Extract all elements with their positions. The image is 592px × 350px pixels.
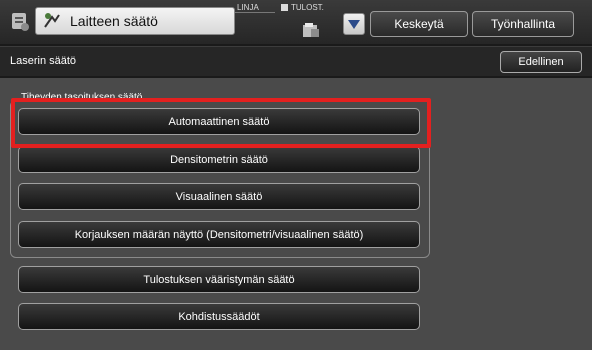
- status-dropdown-button[interactable]: [343, 13, 365, 35]
- print-distortion-button[interactable]: Tulostuksen vääristymän säätö: [18, 266, 420, 293]
- device-screen: Laitteen säätö LINJA TULOST. Keskeytä Ty…: [0, 0, 592, 350]
- stop-button[interactable]: Keskeytä: [370, 11, 468, 37]
- print-status-square: [281, 4, 288, 11]
- main-panel: Tiheyden tasoituksen säätö Automaattinen…: [0, 78, 592, 350]
- registration-adjust-button[interactable]: Kohdistussäädöt: [18, 303, 420, 330]
- line-indicator: [235, 12, 275, 13]
- mode-title: Laitteen säätö: [70, 13, 158, 29]
- wrench-icon: [12, 13, 29, 31]
- visual-adjust-button[interactable]: Visuaalinen säätö: [18, 183, 420, 210]
- densitometer-adjust-button[interactable]: Densitometrin säätö: [18, 146, 420, 173]
- density-group-label: Tiheyden tasoituksen säätö: [18, 92, 146, 103]
- chevron-down-icon: [348, 20, 360, 29]
- adjustment-icon: [44, 13, 60, 28]
- job-status-button[interactable]: Työnhallinta: [472, 11, 574, 37]
- print-label: TULOST.: [291, 3, 324, 12]
- correction-amount-button[interactable]: Korjauksen määrän näyttö (Densitometri/v…: [18, 221, 420, 248]
- sub-header: Laserin säätö Edellinen: [0, 46, 592, 76]
- page-title: Laserin säätö: [10, 55, 77, 67]
- top-bar: Laitteen säätö LINJA TULOST. Keskeytä Ty…: [0, 0, 592, 44]
- mode-title-box: Laitteen säätö: [35, 7, 235, 35]
- line-label: LINJA: [237, 3, 259, 12]
- auto-adjust-button[interactable]: Automaattinen säätö: [18, 108, 420, 135]
- back-button[interactable]: Edellinen: [500, 51, 582, 73]
- printer-status-icon: [303, 23, 319, 37]
